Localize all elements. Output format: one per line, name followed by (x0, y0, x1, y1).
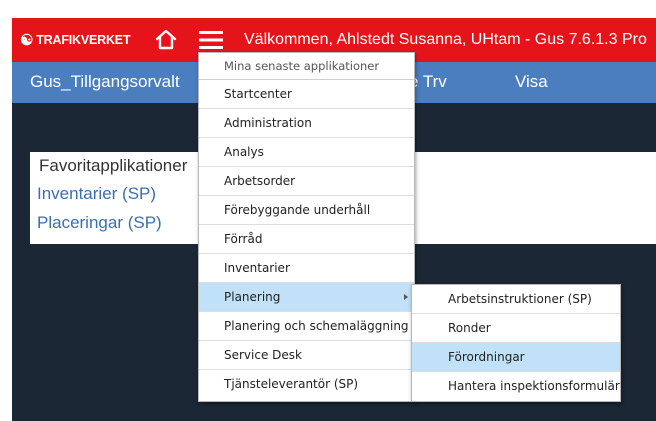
favorites-title: Favoritapplikationer (39, 156, 188, 175)
applications-dropdown-menu: Mina senaste applikationer Startcenter A… (198, 52, 415, 402)
menu-item-arbetsorder[interactable]: Arbetsorder (199, 167, 414, 196)
menu-item-planering[interactable]: Planering (199, 283, 414, 312)
trafikverket-logo-icon: ☯ (20, 32, 34, 49)
home-icon[interactable] (154, 28, 178, 52)
submenu-item-forordningar[interactable]: Förordningar (412, 343, 620, 372)
menu-item-tjansteleverantor[interactable]: Tjänsteleverantör (SP) (199, 370, 414, 399)
hamburger-icon[interactable] (198, 28, 224, 52)
submenu-item-hantera-inspektionsformular[interactable]: Hantera inspektionsformulär (412, 372, 620, 401)
menu-item-visa[interactable]: Visa (515, 62, 548, 103)
top-strip (0, 0, 656, 18)
menu-item-startcenter[interactable]: Startcenter (199, 80, 414, 109)
favorite-link-placeringar[interactable]: Placeringar (SP) (37, 213, 162, 233)
menu-item-forebyggande-underhall[interactable]: Förebyggande underhåll (199, 196, 414, 225)
menu-item-inventarier[interactable]: Inventarier (199, 254, 414, 283)
app-name[interactable]: Gus_Tillgangsorvalt (30, 62, 180, 103)
menu-item-service-desk[interactable]: Service Desk (199, 341, 414, 370)
menu-item-administration[interactable]: Administration (199, 109, 414, 138)
recent-applications-header: Mina senaste applikationer (199, 53, 414, 80)
submenu-item-ronder[interactable]: Ronder (412, 314, 620, 343)
chevron-right-icon (404, 294, 408, 300)
submenu-item-arbetsinstruktioner[interactable]: Arbetsinstruktioner (SP) (412, 285, 620, 314)
menu-item-forrad[interactable]: Förråd (199, 225, 414, 254)
planering-submenu: Arbetsinstruktioner (SP) Ronder Förordni… (411, 284, 621, 402)
menu-item-planering-label: Planering (224, 290, 281, 304)
menu-item-analys[interactable]: Analys (199, 138, 414, 167)
brand-name: TRAFIKVERKET (36, 33, 131, 47)
favorite-link-inventarier[interactable]: Inventarier (SP) (37, 184, 156, 204)
menu-item-planering-och-schemalaggning[interactable]: Planering och schemaläggning (199, 312, 414, 341)
cropped-text-fragment (14, 0, 18, 6)
brand-logo[interactable]: ☯ TRAFIKVERKET (20, 18, 131, 62)
